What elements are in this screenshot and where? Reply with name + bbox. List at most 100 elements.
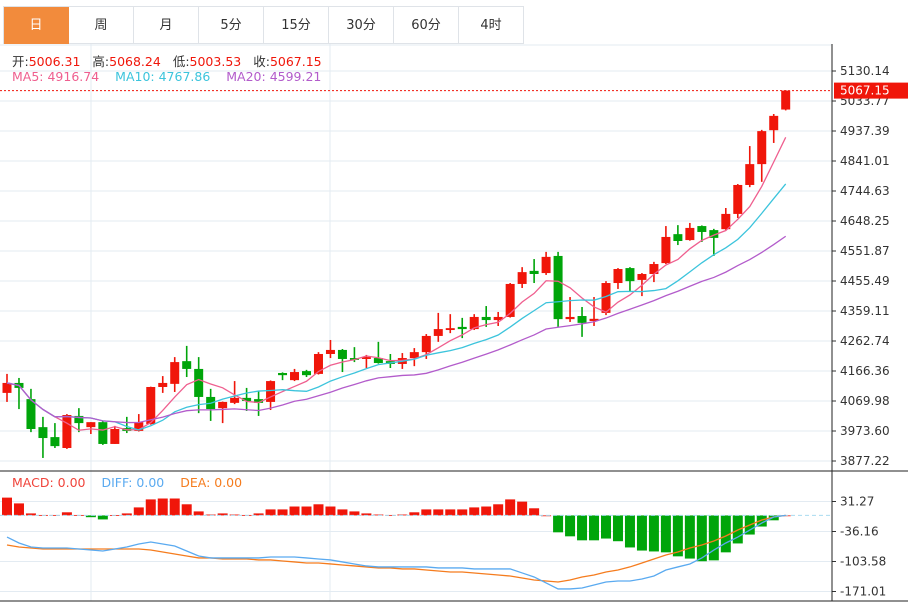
macd-tick-label: -103.58 [840, 555, 886, 569]
macd-legend: MACD: 0.00 DIFF: 0.00 DEA: 0.00 [12, 475, 242, 490]
macd-bar [97, 515, 108, 520]
macd-bar [517, 501, 528, 516]
candle-up [218, 401, 228, 409]
price-tick-label: 4744.63 [840, 184, 890, 198]
candle-up [637, 273, 647, 280]
candle-up [517, 272, 527, 284]
macd-bar [421, 509, 432, 516]
candle-up [757, 131, 767, 165]
candle-up [613, 269, 623, 284]
candle-up [421, 335, 431, 353]
candle-up [86, 422, 96, 428]
dea-value: DEA: 0.00 [180, 475, 243, 490]
candle-up [769, 115, 779, 131]
kline-chart[interactable]: 5130.145033.774937.394841.014744.634648.… [0, 0, 908, 602]
price-tick-label: 4455.49 [840, 274, 890, 288]
candle-down [182, 361, 192, 369]
candle-up [565, 316, 575, 320]
macd-bar [457, 509, 468, 516]
open-value: 5006.31 [28, 54, 81, 69]
macd-bar [684, 515, 695, 559]
ma5-value: MA5: 4916.74 [12, 69, 100, 84]
candle-up [2, 382, 12, 393]
macd-bar [133, 507, 144, 516]
candle-down [697, 226, 707, 232]
close-value: 5067.15 [269, 54, 322, 69]
ma10-value: MA10: 4767.86 [115, 69, 211, 84]
candle-down [278, 372, 288, 376]
macd-bar [145, 499, 156, 516]
price-tick-label: 4069.98 [840, 394, 890, 408]
candle-down [26, 399, 36, 430]
candle-up [62, 415, 72, 448]
ma20-value: MA20: 4599.21 [226, 69, 322, 84]
price-tick-label: 4166.36 [840, 364, 890, 378]
candle-up [505, 283, 515, 317]
candle-down [194, 368, 204, 397]
candle-up [733, 184, 743, 214]
high-value: 5068.24 [109, 54, 161, 69]
macd-bar [636, 515, 647, 551]
candle-down [481, 316, 491, 321]
candle-up [290, 372, 300, 381]
candle-down [457, 326, 467, 330]
candle-up [433, 329, 443, 336]
macd-bar [445, 509, 456, 516]
macd-bar [2, 497, 12, 516]
candle-up [445, 328, 455, 331]
macd-bar [660, 515, 671, 553]
candle-up [110, 429, 120, 444]
macd-bar [708, 515, 719, 561]
ohlc-legend: 开:5006.31 高:5068.24 低:5003.53 收:5067.15 [12, 51, 330, 70]
macd-tick-label: -171.01 [840, 585, 886, 599]
macd-bar [553, 515, 564, 533]
candle-up [541, 256, 551, 274]
high-label: 高: [92, 54, 110, 69]
macd-bar [289, 506, 300, 516]
candle-up [325, 349, 335, 354]
candle-down [50, 437, 60, 447]
diff-value: DIFF: 0.00 [101, 475, 165, 490]
macd-tick-label: 31.27 [840, 495, 874, 509]
open-label: 开: [12, 54, 29, 69]
macd-bar [624, 515, 635, 548]
macd-bar [349, 511, 360, 516]
macd-value: MACD: 0.00 [12, 475, 86, 490]
macd-bar [601, 515, 611, 539]
macd-bar [265, 509, 276, 516]
candle-down [553, 255, 563, 320]
macd-bar [648, 515, 659, 552]
price-tick-label: 4648.25 [840, 214, 890, 228]
macd-bar [529, 508, 540, 516]
low-value: 5003.53 [189, 54, 242, 69]
macd-bar [169, 498, 180, 516]
macd-bar [325, 506, 336, 516]
price-tick-label: 4262.74 [840, 334, 890, 348]
close-label: 收: [253, 54, 270, 69]
candle-down [98, 422, 108, 444]
ma-legend: MA5: 4916.74 MA10: 4767.86 MA20: 4599.21 [12, 69, 321, 84]
macd-bar [301, 506, 312, 516]
ma5-line [6, 137, 787, 431]
candle-down [38, 427, 48, 439]
macd-bar [181, 504, 192, 516]
candle-down [337, 349, 347, 359]
low-label: 低: [172, 54, 190, 69]
macd-bar [157, 498, 168, 516]
candle-up [158, 382, 168, 387]
macd-bar [565, 515, 576, 537]
macd-bar [481, 506, 492, 516]
macd-bar [612, 515, 623, 542]
macd-bar [696, 515, 707, 562]
candle-down [625, 268, 635, 282]
candle-up [745, 164, 755, 185]
candle-up [685, 227, 695, 241]
macd-bar [433, 509, 444, 516]
candle-up [230, 397, 240, 403]
price-tick-label: 3973.60 [840, 424, 890, 438]
macd-tick-label: -36.16 [840, 525, 879, 539]
macd-bar [589, 515, 600, 541]
price-tick-label: 4937.39 [840, 124, 890, 138]
candle-up [170, 362, 180, 384]
candle-up [661, 236, 671, 264]
